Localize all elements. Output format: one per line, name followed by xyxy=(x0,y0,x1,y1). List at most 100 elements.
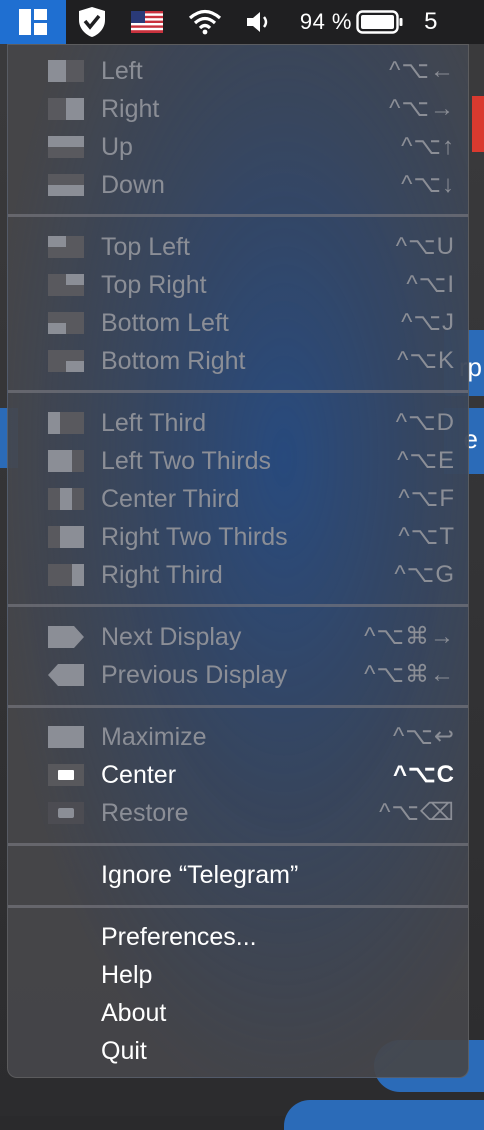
menu-item-shortcut: ^⌥I xyxy=(406,271,455,298)
menu-item-shortcut: ^⌥⌫ xyxy=(379,799,455,826)
menu-separator xyxy=(8,214,468,217)
menu-item-restore[interactable]: Restore ^⌥⌫ xyxy=(8,794,468,832)
menu-item-shortcut: ^⌥→ xyxy=(389,95,455,122)
menu-separator xyxy=(8,604,468,607)
menu-item-bottom-left[interactable]: Bottom Left ^⌥J xyxy=(8,304,468,342)
menu-item-help[interactable]: Help xyxy=(8,956,468,994)
menu-item-label: Top Right xyxy=(101,271,207,299)
right-third-icon xyxy=(48,564,84,586)
menu-item-label: Quit xyxy=(101,1037,147,1065)
menu-item-next-display[interactable]: Next Display ^⌥⌘→ xyxy=(8,618,468,656)
menu-item-shortcut: ^⌥J xyxy=(401,309,455,336)
bottom-half-icon xyxy=(48,174,84,196)
menu-item-label: Up xyxy=(101,133,133,161)
top-left-quarter-icon xyxy=(48,236,84,258)
menu-item-ignore-app[interactable]: Ignore “Telegram” xyxy=(8,856,468,894)
menu-item-label: Bottom Left xyxy=(101,309,229,337)
menu-item-label: Left xyxy=(101,57,143,85)
menu-item-shortcut: ^⌥G xyxy=(394,561,455,588)
menu-item-shortcut: ^⌥↑ xyxy=(401,133,455,160)
window-manager-app-icon[interactable] xyxy=(0,0,66,44)
center-third-icon xyxy=(48,488,84,510)
menu-item-preferences[interactable]: Preferences... xyxy=(8,918,468,956)
menu-item-left[interactable]: Left ^⌥← xyxy=(8,52,468,90)
menu-item-up[interactable]: Up ^⌥↑ xyxy=(8,128,468,166)
menu-item-shortcut: ^⌥F xyxy=(398,485,455,512)
shield-check-icon[interactable] xyxy=(66,0,118,44)
bottom-right-quarter-icon xyxy=(48,350,84,372)
menu-item-shortcut: ^⌥C xyxy=(392,761,455,788)
left-third-icon xyxy=(48,412,84,434)
menu-item-label: Center xyxy=(101,761,177,789)
menu-item-label: Right Two Thirds xyxy=(101,523,288,551)
menu-item-top-right[interactable]: Top Right ^⌥I xyxy=(8,266,468,304)
menu-separator xyxy=(8,705,468,708)
menu-item-shortcut: ^⌥⌘← xyxy=(364,661,455,688)
menu-separator xyxy=(8,390,468,393)
right-two-thirds-icon xyxy=(48,526,84,548)
maximize-icon xyxy=(48,726,84,748)
top-right-quarter-icon xyxy=(48,274,84,296)
menu-item-previous-display[interactable]: Previous Display ^⌥⌘← xyxy=(8,656,468,694)
bottom-left-quarter-icon xyxy=(48,312,84,334)
menu-item-label: Right Third xyxy=(101,561,223,589)
menu-item-right-two-thirds[interactable]: Right Two Thirds ^⌥T xyxy=(8,518,468,556)
menu-item-center[interactable]: Center ^⌥C xyxy=(8,756,468,794)
menu-item-label: Restore xyxy=(101,799,189,827)
menu-item-shortcut: ^⌥D xyxy=(395,409,455,436)
menu-item-label: Maximize xyxy=(101,723,207,751)
menu-item-label: Top Left xyxy=(101,233,190,261)
center-icon xyxy=(48,764,84,786)
menu-item-label: Previous Display xyxy=(101,661,288,689)
left-half-icon xyxy=(48,60,84,82)
right-half-icon xyxy=(48,98,84,120)
left-two-thirds-icon xyxy=(48,450,84,472)
battery-percentage[interactable]: 94 % xyxy=(286,0,352,44)
menu-item-right[interactable]: Right ^⌥→ xyxy=(8,90,468,128)
menu-item-about[interactable]: About xyxy=(8,994,468,1032)
restore-icon xyxy=(48,802,84,824)
next-display-icon xyxy=(48,626,84,648)
clock-partial[interactable]: 5 xyxy=(408,0,438,44)
menu-item-label: Preferences... xyxy=(101,923,257,951)
window-layout-menu: Left ^⌥← Right ^⌥→ Up ^⌥↑ Down ^⌥↓ Top L… xyxy=(7,44,469,1078)
top-half-icon xyxy=(48,136,84,158)
menu-item-shortcut: ^⌥⌘→ xyxy=(364,623,455,650)
background-red-strip xyxy=(472,96,484,152)
background-message-bubble xyxy=(284,1100,484,1130)
menu-item-shortcut: ^⌥K xyxy=(397,347,455,374)
menu-separator xyxy=(8,905,468,908)
menu-item-label: Left Two Thirds xyxy=(101,447,271,475)
battery-icon[interactable] xyxy=(352,0,408,44)
menu-separator xyxy=(8,843,468,846)
menu-item-shortcut: ^⌥T xyxy=(398,523,455,550)
volume-icon[interactable] xyxy=(234,0,286,44)
menu-item-shortcut: ^⌥↓ xyxy=(401,171,455,198)
menu-item-shortcut: ^⌥E xyxy=(397,447,455,474)
menu-item-label: Help xyxy=(101,961,153,989)
menu-bar: 94 % 5 xyxy=(0,0,484,44)
menu-item-label: Ignore “Telegram” xyxy=(101,861,299,889)
menu-item-left-third[interactable]: Left Third ^⌥D xyxy=(8,404,468,442)
menu-item-down[interactable]: Down ^⌥↓ xyxy=(8,166,468,204)
us-flag-icon[interactable] xyxy=(118,0,176,44)
previous-display-icon xyxy=(48,664,84,686)
menu-item-maximize[interactable]: Maximize ^⌥↩ xyxy=(8,718,468,756)
menu-item-label: Next Display xyxy=(101,623,242,651)
menu-item-label: About xyxy=(101,999,167,1027)
menu-item-label: Bottom Right xyxy=(101,347,246,375)
menu-item-quit[interactable]: Quit xyxy=(8,1032,468,1070)
menu-item-shortcut: ^⌥↩ xyxy=(392,723,455,750)
menu-item-label: Right xyxy=(101,95,160,123)
menu-item-bottom-right[interactable]: Bottom Right ^⌥K xyxy=(8,342,468,380)
menu-item-right-third[interactable]: Right Third ^⌥G xyxy=(8,556,468,594)
menu-item-label: Center Third xyxy=(101,485,240,513)
menu-item-left-two-thirds[interactable]: Left Two Thirds ^⌥E xyxy=(8,442,468,480)
wifi-icon[interactable] xyxy=(176,0,234,44)
menu-item-shortcut: ^⌥U xyxy=(395,233,455,260)
menu-item-top-left[interactable]: Top Left ^⌥U xyxy=(8,228,468,266)
menu-item-center-third[interactable]: Center Third ^⌥F xyxy=(8,480,468,518)
menu-item-shortcut: ^⌥← xyxy=(389,57,455,84)
menu-item-label: Down xyxy=(101,171,165,199)
menu-item-label: Left Third xyxy=(101,409,207,437)
